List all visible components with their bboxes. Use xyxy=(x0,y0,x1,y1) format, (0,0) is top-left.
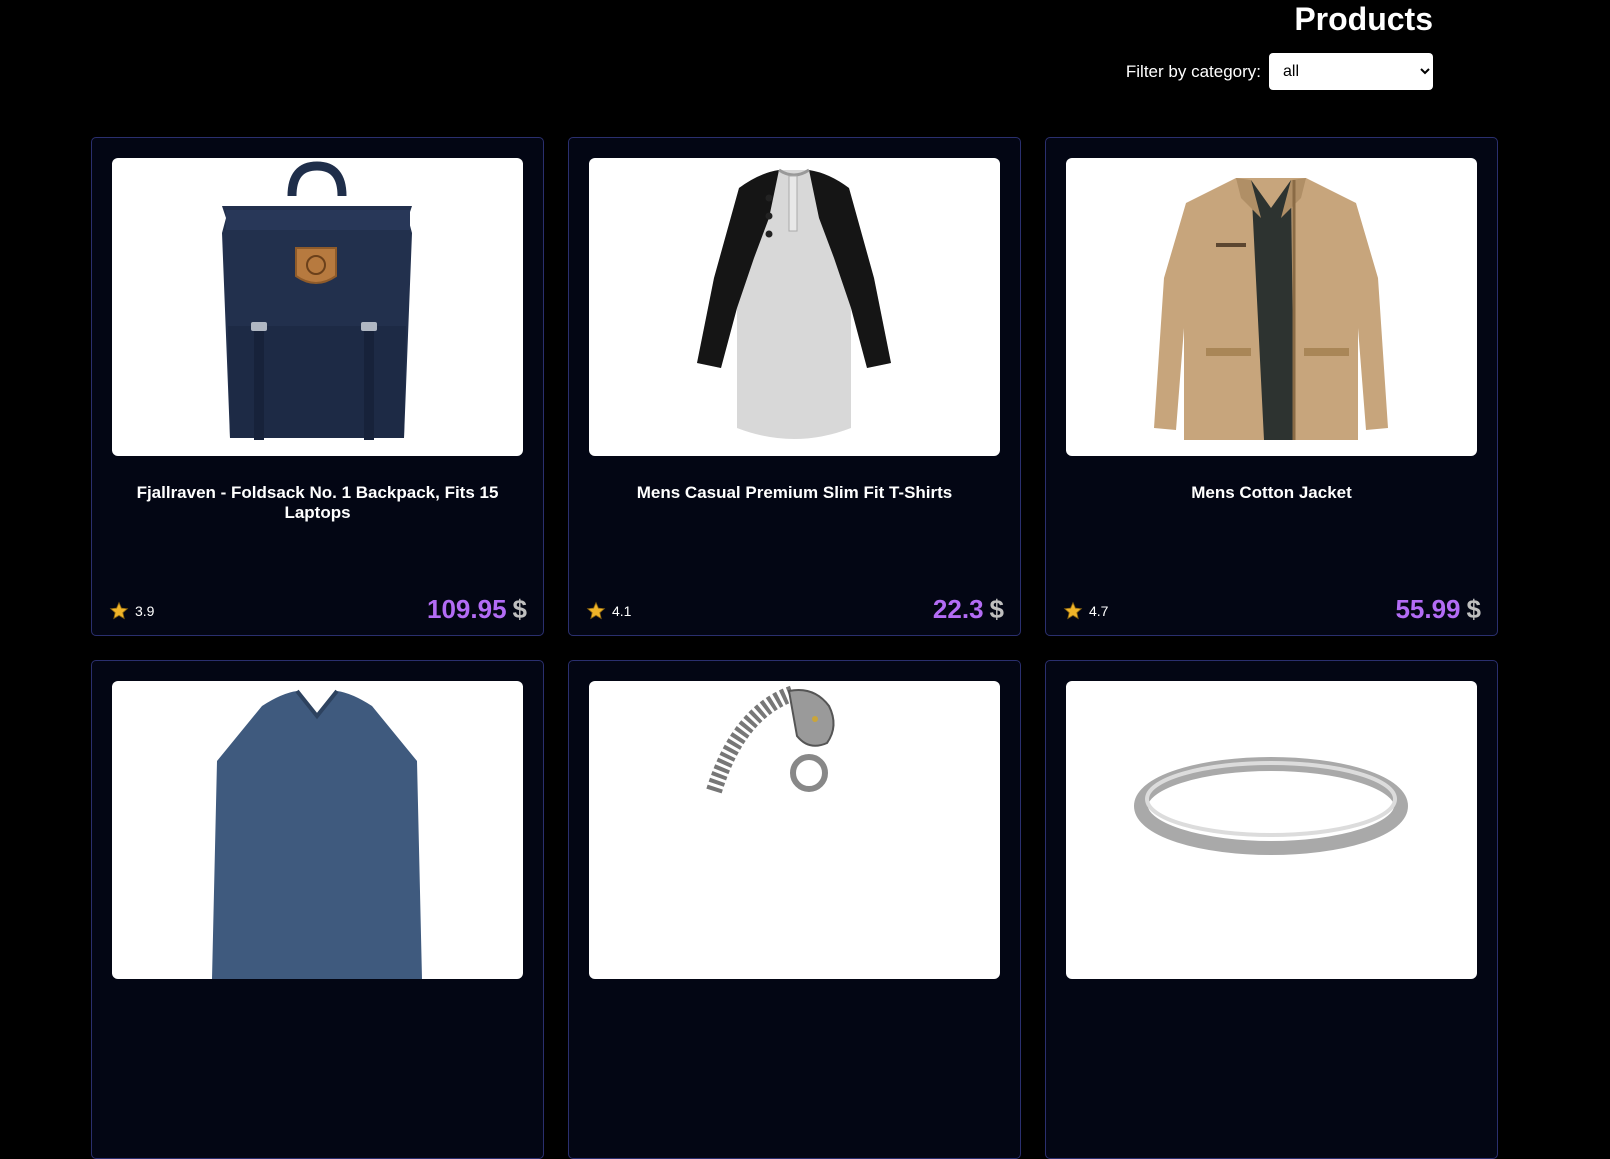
product-card[interactable]: Mens Cotton Jacket 4.7 55.99 $ xyxy=(1045,137,1498,636)
product-rating: 4.1 xyxy=(586,601,631,621)
product-card[interactable]: Fjallraven - Foldsack No. 1 Backpack, Fi… xyxy=(91,137,544,636)
product-price: 109.95 $ xyxy=(427,594,527,625)
product-card[interactable] xyxy=(568,660,1021,1159)
product-image-silver-ring[interactable] xyxy=(1066,681,1477,979)
rating-value: 4.1 xyxy=(612,603,632,619)
price-currency: $ xyxy=(1466,594,1481,624)
product-card[interactable] xyxy=(91,660,544,1159)
star-icon xyxy=(1063,601,1083,620)
rating-value: 3.9 xyxy=(135,603,155,619)
page-title: Products xyxy=(1294,1,1433,37)
product-price: 55.99 $ xyxy=(1395,594,1481,625)
product-rating: 3.9 xyxy=(109,601,154,621)
product-image-backpack[interactable] xyxy=(112,158,523,456)
category-select[interactable]: all xyxy=(1269,53,1433,90)
product-image-khaki-jacket[interactable] xyxy=(1066,158,1477,456)
product-title[interactable]: Mens Cotton Jacket xyxy=(1056,483,1487,503)
price-currency: $ xyxy=(989,594,1004,624)
header: Products Filter by category: all xyxy=(0,0,1610,110)
product-title[interactable]: Mens Casual Premium Slim Fit T-Shirts xyxy=(579,483,1010,503)
price-currency: $ xyxy=(512,594,527,624)
star-icon xyxy=(586,601,606,620)
price-value: 22.3 xyxy=(932,594,984,624)
category-filter: Filter by category: all xyxy=(1126,53,1433,90)
product-card[interactable] xyxy=(1045,660,1498,1159)
product-image-blue-vneck-shirt[interactable] xyxy=(112,681,523,979)
price-value: 55.99 xyxy=(1395,594,1461,624)
product-grid: Fjallraven - Foldsack No. 1 Backpack, Fi… xyxy=(91,137,1498,1159)
price-value: 109.95 xyxy=(427,594,507,624)
star-icon xyxy=(109,601,129,620)
product-image-raglan-tshirt[interactable] xyxy=(589,158,1000,456)
product-rating: 4.7 xyxy=(1063,601,1108,621)
product-image-dragon-bracelet[interactable] xyxy=(589,681,1000,979)
filter-label: Filter by category: xyxy=(1125,61,1261,81)
product-title[interactable]: Fjallraven - Foldsack No. 1 Backpack, Fi… xyxy=(102,483,533,523)
rating-value: 4.7 xyxy=(1089,603,1109,619)
product-price: 22.3 $ xyxy=(933,594,1004,625)
product-card[interactable]: Mens Casual Premium Slim Fit T-Shirts 4.… xyxy=(568,137,1021,636)
